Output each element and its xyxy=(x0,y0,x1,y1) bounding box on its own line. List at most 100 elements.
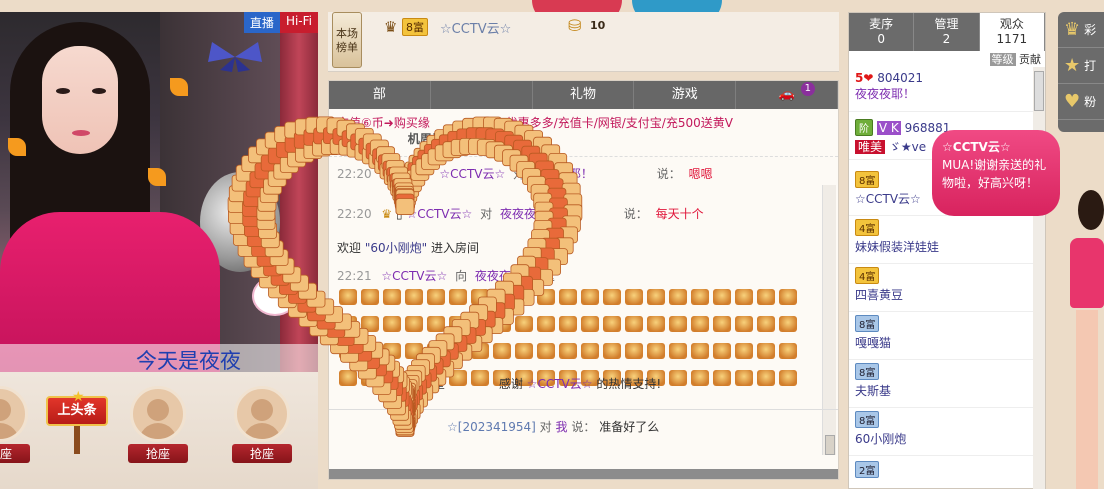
side-button-heart[interactable]: ♥ 粉 xyxy=(1058,84,1104,120)
divider xyxy=(849,455,1045,456)
rank-list-button[interactable]: 本场榜单 xyxy=(332,12,362,68)
list-item[interactable]: 2富 xyxy=(855,461,880,480)
tab-label: 管理 xyxy=(934,17,959,31)
list-item[interactable]: 8富 嘎嘎猫 xyxy=(855,315,891,351)
gift-verb: 送 xyxy=(542,269,555,283)
sign-post xyxy=(74,426,80,454)
trophy-icon: ♛ xyxy=(384,18,398,36)
list-item[interactable]: 8富 60小刚炮 xyxy=(855,411,906,447)
message-sender[interactable]: ☆CCTV云☆ xyxy=(406,207,472,221)
gift-icon xyxy=(559,316,577,332)
wealth-level-badge: 8富 xyxy=(402,18,428,36)
private-target[interactable]: 我 xyxy=(556,420,568,434)
user-name[interactable]: 60小刚炮 xyxy=(855,430,906,447)
gift-icon xyxy=(757,370,775,386)
gift-sender[interactable]: ☆CCTV云☆ xyxy=(381,269,447,283)
list-item[interactable]: 5❤ 804021 夜夜夜耶！ xyxy=(855,71,923,102)
user-list-panel: 麦序 0 管理 2 观众 1171 等级 贡献 5❤ 804021 夜夜夜耶！ … xyxy=(848,12,1046,489)
tab-admins[interactable]: 管理 2 xyxy=(914,13,980,51)
message-target[interactable]: 夜夜夜耶！ xyxy=(533,167,593,181)
tab-private[interactable] xyxy=(431,81,533,109)
list-item[interactable]: 4富 妹妹假装洋娃娃 xyxy=(855,219,939,255)
welcome-user[interactable]: "60小刚炮" xyxy=(365,241,427,255)
gift-icon xyxy=(493,289,511,305)
gift-icon xyxy=(647,316,665,332)
gift-icon xyxy=(757,343,775,359)
thanks-user[interactable]: ☆CCTV云☆ xyxy=(527,377,593,389)
user-name[interactable]: 四喜黄豆 xyxy=(855,286,903,303)
medal-badge: 阶 xyxy=(855,119,873,136)
grab-seat-button[interactable]: 抢座 xyxy=(128,444,188,463)
gift-icon xyxy=(471,343,489,359)
crown-icon: ♛ xyxy=(1064,19,1081,40)
wealth-level-badge: 4富 xyxy=(855,219,880,236)
side-button-star[interactable]: ★ 打 xyxy=(1058,48,1104,84)
gift-icon xyxy=(361,316,379,332)
gift-icon xyxy=(383,343,401,359)
gift-icons xyxy=(337,287,807,389)
message-target[interactable]: 夜夜夜耶！ xyxy=(500,207,560,221)
gift-icon xyxy=(735,343,753,359)
gift-target[interactable]: 夜夜夜耶！ xyxy=(475,269,535,283)
gift-message: 22:21 ☆CCTV云☆ 向 夜夜夜耶！ 送 xyxy=(337,267,559,284)
welcome-message: 欢迎 "60小刚炮" 进入房间 xyxy=(337,239,479,256)
message-time: 22:21 xyxy=(337,269,372,283)
tab-audience[interactable]: 观众 1171 xyxy=(979,13,1045,51)
tab-all[interactable]: 部 xyxy=(329,81,431,109)
gift-icon xyxy=(691,370,709,386)
list-item[interactable]: 8富 ☆CCTV云☆ xyxy=(855,171,921,207)
bubble-title: ☆CCTV云☆ xyxy=(942,140,1011,154)
user-name[interactable]: 夜夜夜耶！ xyxy=(855,85,923,102)
seat-slot[interactable]: 抢座 xyxy=(128,386,188,463)
side-button-crown[interactable]: ♛ 彩 xyxy=(1058,12,1104,48)
sort-by-contribution[interactable]: 贡献 xyxy=(1019,53,1041,66)
headline-button[interactable]: ★ 上头条 xyxy=(46,389,108,454)
seat-slot[interactable]: 抢座 xyxy=(0,386,30,463)
private-sender[interactable]: ☆[202341954] xyxy=(447,420,536,434)
user-name[interactable]: 嘎嘎猫 xyxy=(855,334,891,351)
wealth-level-badge: 2富 xyxy=(855,461,880,478)
live-badge: 直播 xyxy=(243,12,280,33)
scroll-thumb[interactable] xyxy=(1034,71,1044,111)
gift-icon xyxy=(713,316,731,332)
grab-seat-button[interactable]: 抢座 xyxy=(232,444,292,463)
notice-text[interactable]: 优惠多多/充值卡/网银/支付宝/充500送黄V xyxy=(506,116,733,130)
coin-count: 10 xyxy=(590,19,606,32)
gift-icon xyxy=(735,289,753,305)
seat-slot[interactable]: 抢座 xyxy=(232,386,292,463)
gift-icon xyxy=(361,343,379,359)
list-item[interactable]: 8富 夫斯基 xyxy=(855,363,891,399)
message-sender[interactable]: ☆CCTV云☆ xyxy=(439,167,505,181)
tab-car[interactable]: 🚗 1 xyxy=(736,81,838,109)
message-say: 说： xyxy=(656,167,681,181)
gift-icon xyxy=(493,316,511,332)
user-name[interactable]: 妹妹假装洋娃娃 xyxy=(855,238,939,255)
divider xyxy=(849,407,1045,408)
list-item[interactable]: 4富 四喜黄豆 xyxy=(855,267,903,303)
gift-icon xyxy=(625,343,643,359)
user-name[interactable]: 夫斯基 xyxy=(855,382,891,399)
notice-link[interactable]: 充值⑥币➜购买缘 xyxy=(337,116,430,130)
message-text: 嗯嗯 xyxy=(688,167,713,181)
grab-seat-button[interactable]: 抢座 xyxy=(0,444,30,463)
gift-icon xyxy=(581,316,599,332)
top-user-name[interactable]: ☆CCTV云☆ xyxy=(440,18,511,37)
seat-avatar xyxy=(130,386,186,442)
gift-icon xyxy=(625,289,643,305)
sort-by-level[interactable]: 等级 xyxy=(989,53,1016,66)
tab-games[interactable]: 游戏 xyxy=(634,81,737,109)
gift-icon xyxy=(647,289,665,305)
tab-mic-queue[interactable]: 麦序 0 xyxy=(849,13,915,51)
user-name[interactable]: ゞ★ve xyxy=(889,140,926,154)
butterfly-icon xyxy=(208,42,262,72)
caption-text: 今天是夜夜 xyxy=(136,349,241,372)
wealth-level-badge: 4富 xyxy=(855,267,880,284)
user-name[interactable]: ☆CCTV云☆ xyxy=(855,190,921,207)
tab-gifts[interactable]: 礼物 xyxy=(533,81,635,109)
heart-icon: ♥ xyxy=(1064,91,1081,112)
divider xyxy=(849,263,1045,264)
notice-text: 200 xyxy=(337,132,360,146)
gift-icon xyxy=(603,343,621,359)
gift-icon xyxy=(647,343,665,359)
chat-message: 22:20 ♛ ▯ ☆CCTV云☆ 对 夜夜夜耶！ 说： 每天十个 xyxy=(337,205,704,222)
